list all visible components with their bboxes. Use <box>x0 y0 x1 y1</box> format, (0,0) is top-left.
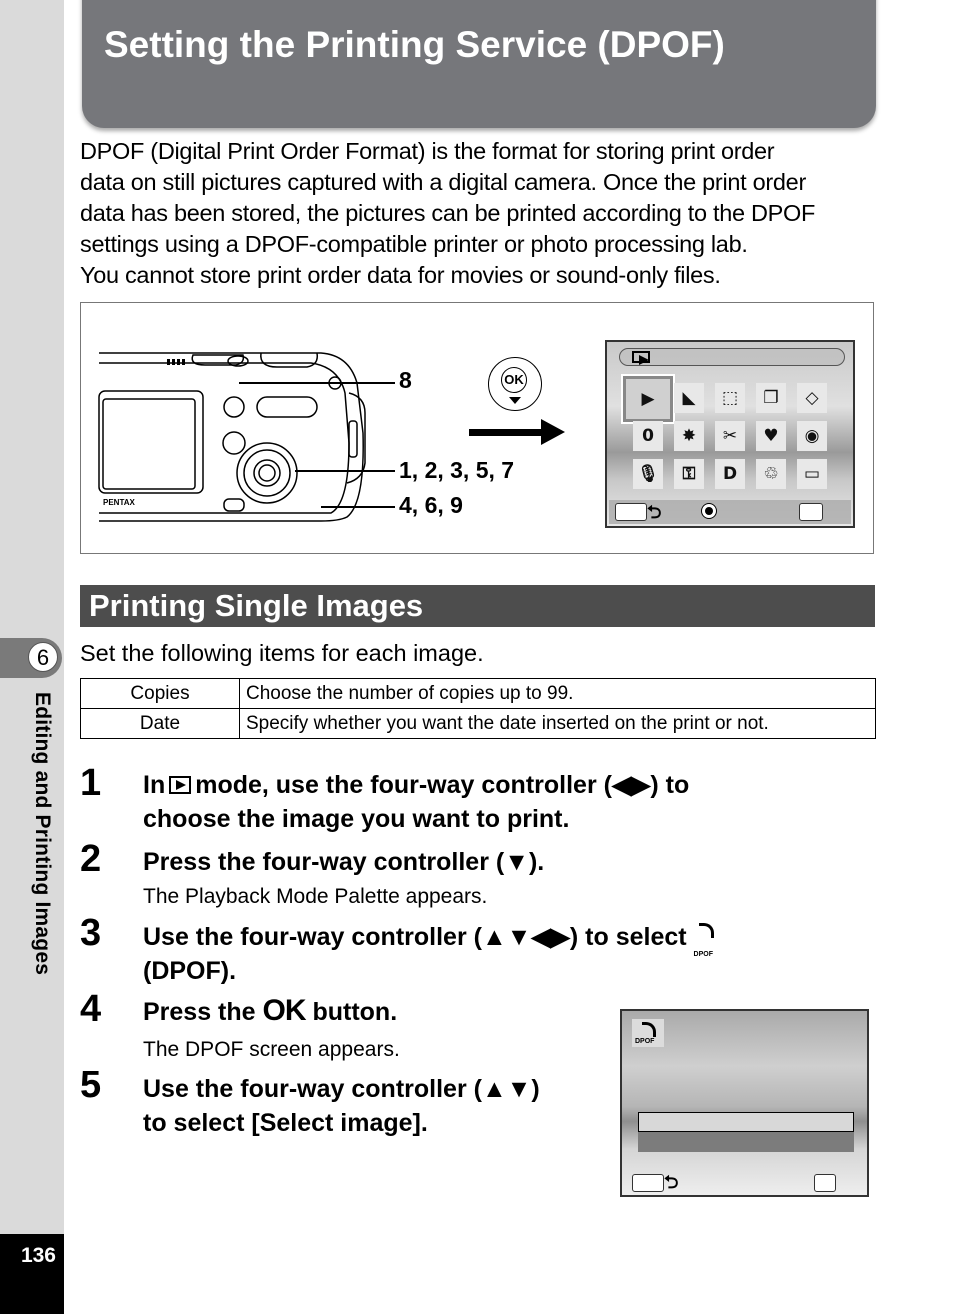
callout-ok: 4, 6, 9 <box>399 492 463 518</box>
ok-label: OK <box>501 367 527 393</box>
playback-slideshow-icon[interactable]: ▶ <box>621 374 675 424</box>
trimming-icon[interactable]: ⬚ <box>715 383 745 413</box>
step-text-part: to select [Select image]. <box>143 1109 428 1137</box>
step-text-part: mode, use the four-way controller (◀▶) t… <box>195 771 690 799</box>
back-arrow-icon: ⮌ <box>647 502 662 522</box>
callout-8: 8 <box>399 367 412 393</box>
step-number: 5 <box>80 1064 102 1106</box>
ok-button-glyph: OK <box>262 994 307 1027</box>
ok-button-icon <box>799 503 823 521</box>
down-triangle-icon <box>509 397 521 404</box>
intro-line: data on still pictures captured with a d… <box>80 169 806 195</box>
step-text-part: (DPOF). <box>143 957 237 985</box>
menu-option-highlighted[interactable] <box>638 1112 854 1132</box>
step-note: The DPOF screen appears. <box>143 1038 400 1061</box>
dpof-screen: DPOF ⮌ <box>620 1009 869 1197</box>
chapter-number: 6 <box>28 642 58 672</box>
voice-memo-icon[interactable]: 🎙 <box>633 459 663 489</box>
chapter-title: Editing and Printing Images <box>31 692 54 976</box>
step-note: The Playback Mode Palette appears. <box>143 885 488 908</box>
menu-button-icon <box>615 503 647 521</box>
movie-edit-icon[interactable]: ✂ <box>715 421 745 451</box>
arrow-right-icon <box>469 429 545 436</box>
image-copy-icon[interactable]: ❐ <box>756 383 786 413</box>
table-desc: Specify whether you want the date insert… <box>239 708 876 739</box>
intro-line: You cannot store print order data for mo… <box>80 262 721 288</box>
playback-palette-screen: ▶ ◣ ⬚ ❐ ◇ 0 ✸ ✂ ♥ ◉ 🎙 ⚿ D ♲ ▭ ⮌ <box>605 340 855 528</box>
playback-mode-icon <box>632 351 650 365</box>
step-text: In mode, use the four-way controller (◀▶)… <box>143 768 689 836</box>
intro-line: data has been stored, the pictures can b… <box>80 200 816 226</box>
camera-figure: PENTAX 8 1, 2, 3, 5, 7 4, 6, 9 OK ▶ ◣ ⬚ ❐ ◇ 0… <box>80 302 874 554</box>
callout-line <box>295 470 395 472</box>
protect-icon[interactable]: ⚿ <box>674 459 704 489</box>
callout-line <box>239 382 395 384</box>
step-text-part: button. <box>312 998 398 1026</box>
step-number: 1 <box>80 762 102 804</box>
step-text: Press the OK button. <box>143 994 397 1029</box>
brightness-filter-icon[interactable]: ✸ <box>674 421 704 451</box>
section-header: Printing Single Images <box>80 585 875 627</box>
table-item: Date <box>80 708 240 739</box>
palette-header-bar <box>619 348 845 366</box>
section-title: Printing Single Images <box>89 588 424 623</box>
step-number: 3 <box>80 912 102 954</box>
callout-four-way: 1, 2, 3, 5, 7 <box>399 457 515 483</box>
callout-line <box>321 506 395 508</box>
playback-mode-icon <box>169 776 192 794</box>
step-text-part: Use the four-way controller (▲▼◀▶) to se… <box>143 923 687 951</box>
table-row: Date Specify whether you want the date i… <box>80 708 876 739</box>
ok-button-icon: OK <box>488 357 542 411</box>
intro-paragraph: DPOF (Digital Print Order Format) is the… <box>80 136 880 291</box>
step-text-part: Use the four-way controller (▲▼) <box>143 1075 540 1103</box>
chapter-side-strip <box>0 0 64 1234</box>
step-number: 4 <box>80 988 102 1030</box>
arrow-head <box>541 419 565 445</box>
page-title: Setting the Printing Service (DPOF) <box>104 24 725 65</box>
intro-line: settings using a DPOF-compatible printer… <box>80 231 748 257</box>
ok-button-icon <box>814 1174 836 1192</box>
table-row: Copies Choose the number of copies up to… <box>80 678 876 709</box>
back-arrow-icon: ⮌ <box>664 1172 679 1192</box>
title-banner: Setting the Printing Service (DPOF) <box>82 0 876 128</box>
dpof-icon[interactable]: D <box>715 459 745 489</box>
intro-line: DPOF (Digital Print Order Format) is the… <box>80 138 775 164</box>
rotate-icon[interactable]: ◇ <box>797 383 827 413</box>
ok-circle-icon <box>701 503 717 519</box>
dpof-icon: DPOF <box>694 923 718 958</box>
page-number-box: 136 <box>0 1234 64 1314</box>
step-number: 2 <box>80 838 102 880</box>
frame-composite-icon[interactable]: ♥ <box>756 421 786 451</box>
digital-filter-icon[interactable]: 0 <box>633 421 663 451</box>
start-up-screen-icon[interactable]: ▭ <box>797 459 827 489</box>
settings-table: Copies Choose the number of copies up to… <box>80 678 876 739</box>
step-text-part: In <box>143 771 166 799</box>
dpof-icon: DPOF <box>632 1019 664 1047</box>
red-eye-edit-icon[interactable]: ◉ <box>797 421 827 451</box>
menu-button-icon <box>632 1174 664 1192</box>
section-lead: Set the following items for each image. <box>80 640 484 666</box>
step-text: Use the four-way controller (▲▼) to sele… <box>143 1072 540 1140</box>
step-text: Use the four-way controller (▲▼◀▶) to se… <box>143 920 718 988</box>
resize-icon[interactable]: ◣ <box>674 383 704 413</box>
table-desc: Choose the number of copies up to 99. <box>239 678 876 709</box>
step-text-part: Press the <box>143 998 256 1026</box>
step-text: Press the four-way controller (▼). <box>143 848 545 876</box>
table-item: Copies <box>80 678 240 709</box>
page-number: 136 <box>20 1244 56 1267</box>
palette-footer: ⮌ <box>609 500 851 524</box>
camera-brand-label: PENTAX <box>103 498 136 507</box>
menu-option[interactable] <box>638 1132 854 1152</box>
step-text-part: choose the image you want to print. <box>143 805 570 833</box>
recovery-icon[interactable]: ♲ <box>756 459 786 489</box>
